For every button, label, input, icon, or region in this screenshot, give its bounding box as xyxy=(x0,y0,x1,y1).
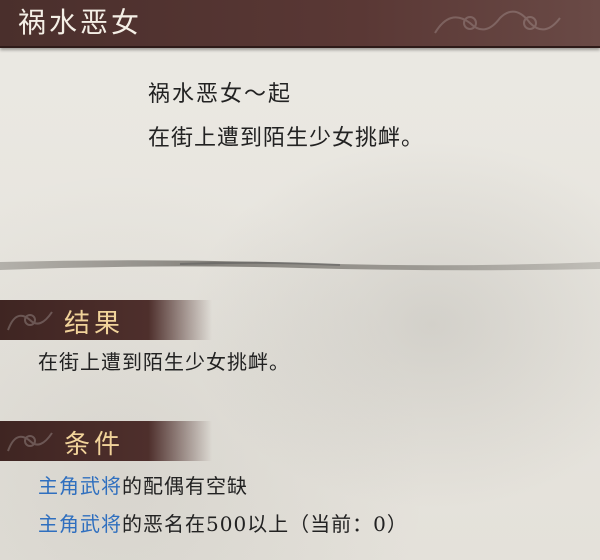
event-panel: 祸水恶女 祸水恶女～起 在街上遭到陌生少女挑衅。 结果 在街上遭到陌生少女挑衅。 xyxy=(0,0,600,560)
conditions-header-label: 条件 xyxy=(64,430,125,460)
condition-text: 的配偶有空缺 xyxy=(122,474,248,498)
condition-text: 的恶名在500以上（当前：0） xyxy=(122,512,408,536)
cloud-pattern-icon xyxy=(7,432,53,452)
cloud-pattern-icon xyxy=(7,311,53,331)
result-header: 结果 xyxy=(0,300,212,340)
protagonist-link[interactable]: 主角武将 xyxy=(38,512,122,536)
protagonist-link[interactable]: 主角武将 xyxy=(38,474,122,498)
result-header-label: 结果 xyxy=(64,309,125,339)
result-text: 在街上遭到陌生少女挑衅。 xyxy=(38,350,290,374)
condition-item: 主角武将的配偶有空缺 xyxy=(38,470,248,499)
window-title: 祸水恶女 xyxy=(18,6,143,39)
cloud-pattern-icon xyxy=(434,10,561,34)
event-description: 在街上遭到陌生少女挑衅。 xyxy=(148,126,425,151)
condition-item: 主角武将的恶名在500以上（当前：0） xyxy=(38,508,408,537)
event-title: 祸水恶女～起 xyxy=(148,82,293,107)
title-banner: 祸水恶女 xyxy=(0,0,600,48)
conditions-header: 条件 xyxy=(0,421,212,461)
brush-divider xyxy=(0,260,600,271)
